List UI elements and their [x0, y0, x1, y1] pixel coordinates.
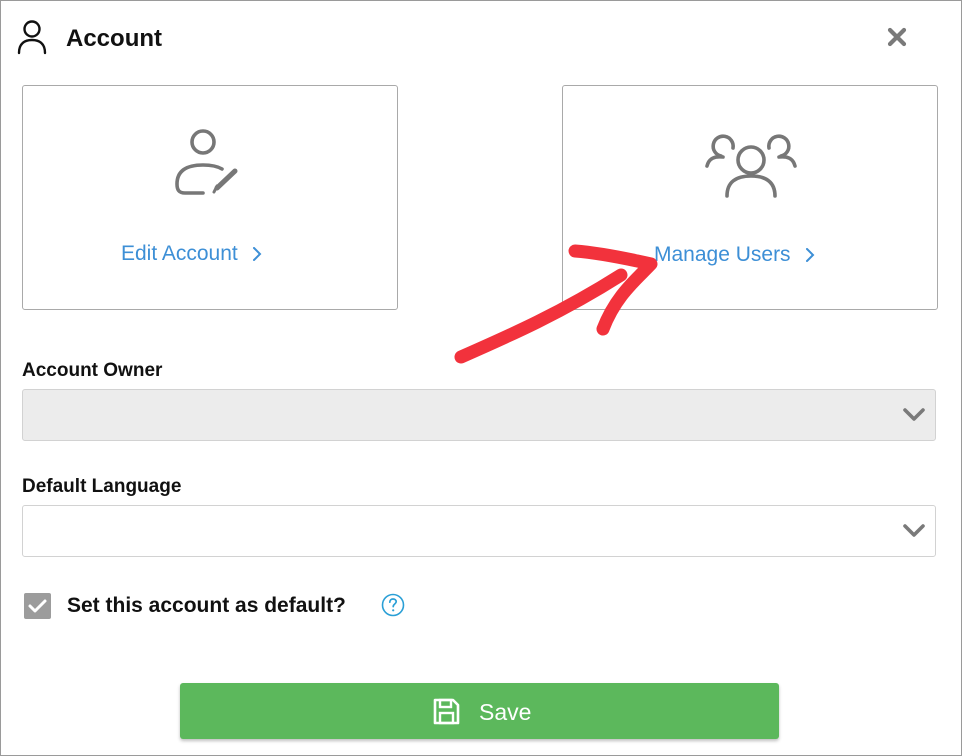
chevron-right-icon	[252, 247, 262, 261]
default-language-label: Default Language	[22, 476, 182, 497]
close-icon[interactable]	[883, 23, 911, 51]
manage-users-link[interactable]: Manage Users	[654, 243, 815, 267]
account-dialog: Account Edit Account Manage Users Accoun…	[0, 0, 962, 756]
manage-users-label: Manage Users	[654, 243, 791, 266]
checkmark-icon	[28, 599, 47, 613]
save-button[interactable]: Save	[180, 683, 779, 739]
set-default-label: Set this account as default?	[67, 594, 346, 617]
account-owner-select[interactable]	[22, 389, 936, 441]
help-icon[interactable]	[381, 593, 405, 617]
set-default-checkbox[interactable]	[24, 593, 51, 619]
chevron-down-icon	[903, 408, 925, 421]
dialog-header: Account	[1, 1, 961, 77]
edit-account-link[interactable]: Edit Account	[121, 242, 262, 266]
default-language-select[interactable]	[22, 505, 936, 557]
users-group-icon	[705, 134, 797, 198]
chevron-right-icon	[805, 248, 814, 262]
user-edit-icon	[175, 129, 238, 195]
edit-account-label: Edit Account	[121, 242, 238, 265]
floppy-disk-icon	[433, 698, 460, 725]
manage-users-card[interactable]: Manage Users	[562, 85, 938, 310]
save-label: Save	[479, 699, 532, 725]
user-icon	[17, 20, 47, 55]
dialog-title: Account	[66, 25, 162, 52]
edit-account-card[interactable]: Edit Account	[22, 85, 398, 310]
account-owner-label: Account Owner	[22, 360, 163, 381]
chevron-down-icon	[903, 524, 925, 537]
